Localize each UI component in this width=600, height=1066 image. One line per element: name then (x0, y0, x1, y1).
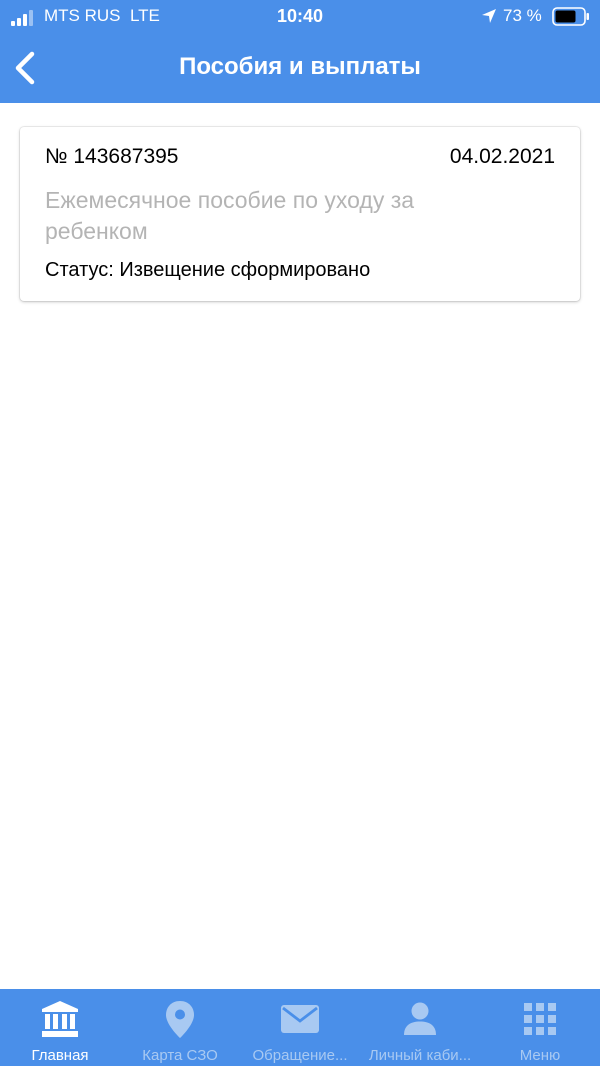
tab-label: Обращение... (252, 1047, 348, 1064)
payment-card[interactable]: № 143687395 04.02.2021 Ежемесячное пособ… (20, 127, 580, 301)
location-arrow-icon (482, 9, 496, 23)
tab-menu[interactable]: Меню (480, 989, 600, 1066)
tab-label: Меню (519, 1047, 561, 1064)
tab-label: Карта СЗО (142, 1047, 218, 1064)
tab-map[interactable]: Карта СЗО (120, 989, 240, 1066)
top-bar: MTS RUS LTE 10:40 73 % Пособия и выплаты (0, 0, 600, 103)
tab-label: Личный каби... (368, 1047, 472, 1064)
tab-account[interactable]: Личный каби... (360, 989, 480, 1066)
tab-appeals[interactable]: Обращение... (240, 989, 360, 1066)
battery-percent: 73 % (503, 6, 542, 25)
map-pin-icon (166, 1001, 194, 1038)
application-status: Статус: Извещение сформировано (45, 259, 371, 281)
application-date: 04.02.2021 (449, 145, 555, 168)
battery-icon (552, 7, 589, 26)
tab-label: Главная (31, 1047, 89, 1064)
grid-icon (524, 1003, 556, 1035)
tab-home[interactable]: Главная (0, 989, 120, 1066)
bank-icon (42, 1001, 78, 1037)
benefit-type: Ежемесячное пособие по уходу за ребенком (45, 187, 415, 244)
status-bar: MTS RUS LTE 10:40 73 % (0, 0, 600, 34)
envelope-icon (281, 1005, 319, 1033)
user-icon (404, 1002, 436, 1035)
application-number: № 143687395 (45, 145, 179, 168)
bottom-tab-bar: Главная Карта СЗО Обращение... Личный ка… (0, 989, 600, 1066)
page-title: Пособия и выплаты (179, 53, 421, 80)
